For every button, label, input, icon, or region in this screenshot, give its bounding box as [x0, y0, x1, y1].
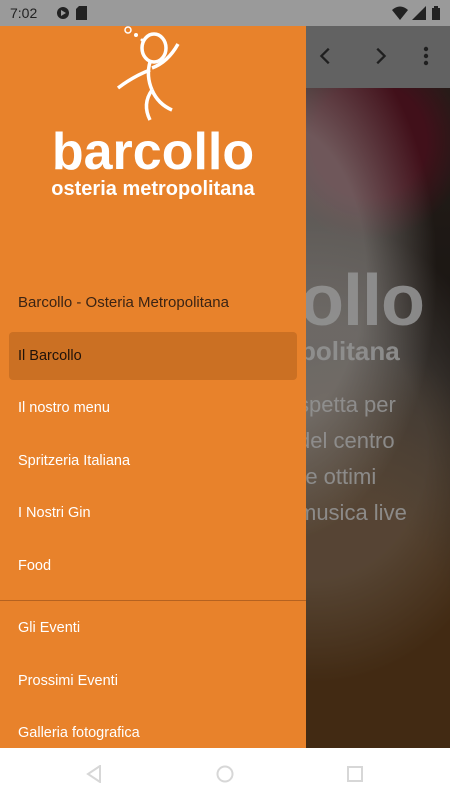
brand-name: barcollo — [51, 123, 255, 181]
menu-item-label: Il nostro menu — [18, 400, 110, 416]
nav-recents-icon[interactable] — [343, 762, 367, 786]
menu-item-label: Prossimi Eventi — [18, 673, 118, 689]
menu-item-gli-eventi[interactable]: Gli Eventi — [9, 604, 297, 652]
menu-item-label: Il Barcollo — [18, 348, 82, 364]
battery-icon — [432, 6, 440, 23]
wifi-icon — [392, 6, 408, 23]
menu-item-spritzeria-italiana[interactable]: Spritzeria Italiana — [9, 437, 297, 485]
menu-item-il-barcollo[interactable]: Il Barcollo — [9, 332, 297, 380]
menu-item-i-nostri-gin[interactable]: I Nostri Gin — [9, 489, 297, 537]
system-nav-bar — [0, 748, 450, 800]
menu-item-il-nostro-menu[interactable]: Il nostro menu — [9, 384, 297, 432]
menu-item-label: Food — [18, 558, 52, 574]
menu-item-food[interactable]: Food — [9, 542, 297, 590]
menu-item-galleria-fotografica[interactable]: Galleria fotografica — [9, 709, 297, 748]
menu-divider — [0, 600, 306, 601]
menu-item-prossimi-eventi[interactable]: Prossimi Eventi — [9, 657, 297, 705]
brand-logo: barcollo osteria metropolitana — [0, 26, 306, 206]
drawer-header: Barcollo - Osteria Metropolitana — [18, 294, 229, 311]
menu-item-label: Galleria fotografica — [18, 725, 140, 741]
brand-tagline: osteria metropolitana — [51, 178, 255, 200]
mascot-icon — [116, 26, 180, 121]
status-time: 7:02 — [10, 5, 38, 21]
signal-icon — [412, 6, 426, 23]
status-bar: 7:02 — [0, 0, 450, 26]
navigation-drawer: barcollo osteria metropolitana Barcollo … — [0, 26, 306, 748]
nav-home-icon[interactable] — [213, 762, 237, 786]
menu-item-label: Gli Eventi — [18, 620, 81, 636]
sd-card-icon — [76, 6, 87, 23]
menu-item-label: Spritzeria Italiana — [18, 453, 131, 469]
nav-back-icon[interactable] — [82, 762, 106, 786]
notification-icon — [56, 6, 70, 23]
menu-item-label: I Nostri Gin — [18, 505, 91, 521]
